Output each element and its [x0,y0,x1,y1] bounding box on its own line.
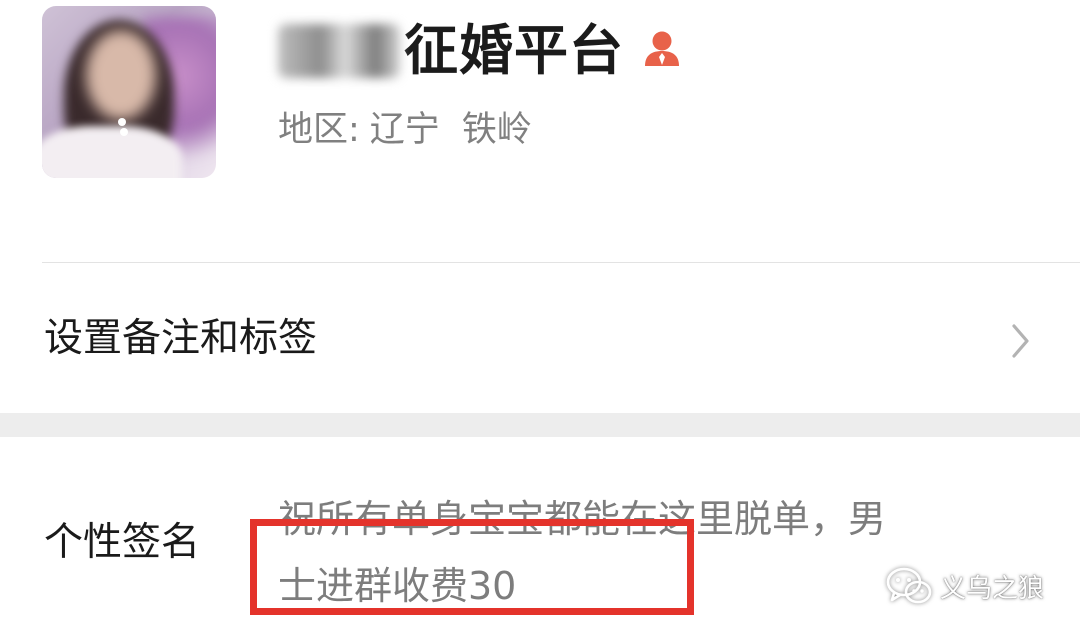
set-remark-label: 设置备注和标签 [44,316,318,361]
blurred-name-part [278,24,400,78]
highlight-annotation-box [250,519,694,615]
avatar[interactable] [42,6,216,178]
region-label: 地区: [278,110,360,150]
profile-name-row: 征婚平台 [278,8,682,94]
region-info: 地区: 辽宁 铁岭 [278,108,532,152]
profile-name: 征婚平台 [404,19,624,82]
wechat-icon [886,567,932,604]
set-remark-and-tags-row[interactable]: 设置备注和标签 [0,263,1080,413]
section-separator [0,413,1080,437]
signature-label: 个性签名 [44,520,201,565]
watermark-text: 义乌之狼 [940,573,1045,604]
region-province: 辽宁 [369,110,440,150]
region-city: 铁岭 [461,110,532,150]
chevron-right-icon [1012,324,1029,358]
person-icon [645,31,679,66]
watermark: 义乌之狼 [886,566,1044,606]
contact-profile-screen: 征婚平台 地区: 辽宁 铁岭 设置备注和标签 个性签名 祝所有单身宝宝都能在这里脱单… [0,0,1080,639]
